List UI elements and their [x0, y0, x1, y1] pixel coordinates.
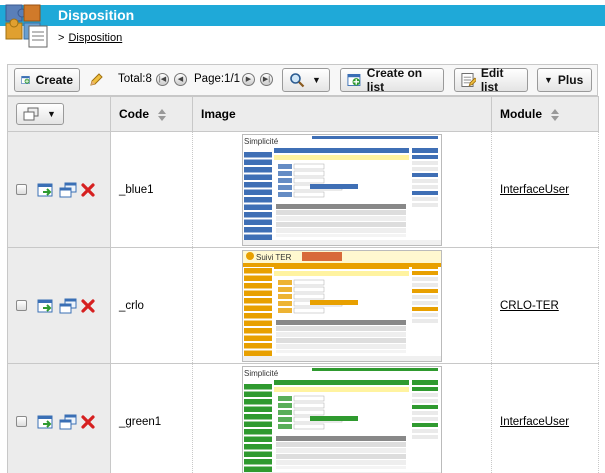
- total-count: Total:8: [118, 73, 152, 85]
- thumbnail-logo-text: Suivi TER: [256, 253, 292, 262]
- module-cell: InterfaceUser: [491, 131, 599, 248]
- code-value: _crlo: [119, 299, 144, 312]
- breadcrumb-separator: >: [58, 32, 65, 44]
- table-row[interactable]: _green1 Simplicité InterfaceUser: [7, 363, 599, 473]
- previous-page-icon[interactable]: ◀: [174, 73, 187, 86]
- bulk-dropdown-icon: ▼: [47, 109, 56, 119]
- sort-module-icon[interactable]: [551, 108, 560, 121]
- image-header-label: Image: [201, 107, 236, 121]
- create-label: Create: [35, 73, 73, 87]
- thumbnail-logo-text: Simplicité: [244, 369, 279, 378]
- open-record-icon[interactable]: [37, 182, 55, 198]
- thumbnail-logo-text: Simplicité: [244, 137, 279, 146]
- delete-icon[interactable]: [81, 298, 95, 313]
- code-value: _blue1: [119, 183, 154, 196]
- column-header-image: Image: [192, 96, 492, 132]
- bulk-actions-header: ▼: [7, 96, 111, 132]
- page-title: Disposition: [58, 7, 135, 23]
- image-cell: Suivi TER: [192, 247, 492, 364]
- open-new-window-icon[interactable]: [59, 298, 77, 314]
- disposition-thumbnail: Simplicité: [242, 133, 442, 246]
- column-header-code[interactable]: Code: [110, 96, 193, 132]
- puzzle-document-icon: [5, 4, 48, 48]
- create-icon: [21, 76, 30, 84]
- module-link[interactable]: InterfaceUser: [500, 184, 569, 196]
- open-new-window-icon[interactable]: [59, 414, 77, 430]
- more-label: Plus: [557, 73, 584, 87]
- delete-icon[interactable]: [81, 414, 95, 429]
- module-cell: CRLO-TER: [491, 247, 599, 364]
- breadcrumb: > Disposition: [58, 32, 122, 44]
- row-checkbox[interactable]: [16, 416, 27, 427]
- code-cell: _green1: [110, 363, 193, 473]
- open-record-icon[interactable]: [37, 298, 55, 314]
- create-on-list-label: Create on list: [366, 66, 423, 94]
- row-actions: [16, 414, 110, 430]
- first-page-icon[interactable]: |◀: [156, 73, 169, 86]
- create-on-list-icon: [347, 73, 361, 87]
- module-link[interactable]: CRLO-TER: [500, 300, 559, 312]
- row-actions-cell: [7, 363, 111, 473]
- code-value: _green1: [119, 415, 162, 428]
- code-cell: _crlo: [110, 247, 193, 364]
- row-checkbox[interactable]: [16, 184, 27, 195]
- edit-list-button[interactable]: Edit list: [454, 66, 528, 94]
- code-cell: _blue1: [110, 131, 193, 248]
- bulk-actions-button[interactable]: ▼: [16, 103, 64, 125]
- next-page-icon[interactable]: ▶: [242, 73, 255, 86]
- edit-list-label: Edit list: [480, 66, 504, 94]
- module-header-label: Module: [500, 107, 542, 121]
- multi-window-icon: [23, 107, 39, 121]
- edit-list-icon: [461, 73, 476, 87]
- last-page-icon[interactable]: ▶|: [260, 73, 273, 86]
- disposition-thumbnail: Simplicité: [242, 365, 442, 473]
- create-button[interactable]: Create: [14, 68, 80, 92]
- search-dropdown-icon: ▼: [312, 75, 321, 85]
- title-bar: Disposition: [0, 5, 605, 26]
- create-on-list-button[interactable]: Create on list: [340, 66, 444, 94]
- list-toolbar: Create Total:8 |◀ ◀ Page:1/1 ▶ ▶| ▼ Crea…: [7, 64, 598, 96]
- image-cell: Simplicité: [192, 363, 492, 473]
- data-table: ▼ Code Image Module _blue1 Simplicité Inte…: [7, 96, 599, 473]
- image-cell: Simplicité: [192, 131, 492, 248]
- open-record-icon[interactable]: [37, 414, 55, 430]
- row-actions-cell: [7, 131, 111, 248]
- sort-code-icon[interactable]: [158, 108, 167, 121]
- row-actions: [16, 182, 110, 198]
- search-icon: [290, 73, 305, 88]
- disposition-thumbnail: Suivi TER: [242, 249, 442, 362]
- page-indicator: Page:1/1: [194, 73, 241, 85]
- module-cell: InterfaceUser: [491, 363, 599, 473]
- delete-icon[interactable]: [81, 182, 95, 197]
- module-link[interactable]: InterfaceUser: [500, 416, 569, 428]
- code-header-label: Code: [119, 107, 149, 121]
- row-actions: [16, 298, 110, 314]
- breadcrumb-link[interactable]: Disposition: [68, 32, 122, 44]
- more-dropdown-icon: ▼: [544, 75, 553, 85]
- row-checkbox[interactable]: [16, 300, 27, 311]
- row-actions-cell: [7, 247, 111, 364]
- pencil-icon[interactable]: [88, 72, 104, 88]
- column-header-module[interactable]: Module: [491, 96, 599, 132]
- search-button[interactable]: ▼: [282, 68, 330, 92]
- open-new-window-icon[interactable]: [59, 182, 77, 198]
- table-row[interactable]: _crlo Suivi TER CRLO-TER: [7, 247, 599, 364]
- table-row[interactable]: _blue1 Simplicité InterfaceUser: [7, 131, 599, 248]
- table-header-row: ▼ Code Image Module: [7, 96, 599, 132]
- more-actions-button[interactable]: ▼ Plus: [537, 68, 592, 92]
